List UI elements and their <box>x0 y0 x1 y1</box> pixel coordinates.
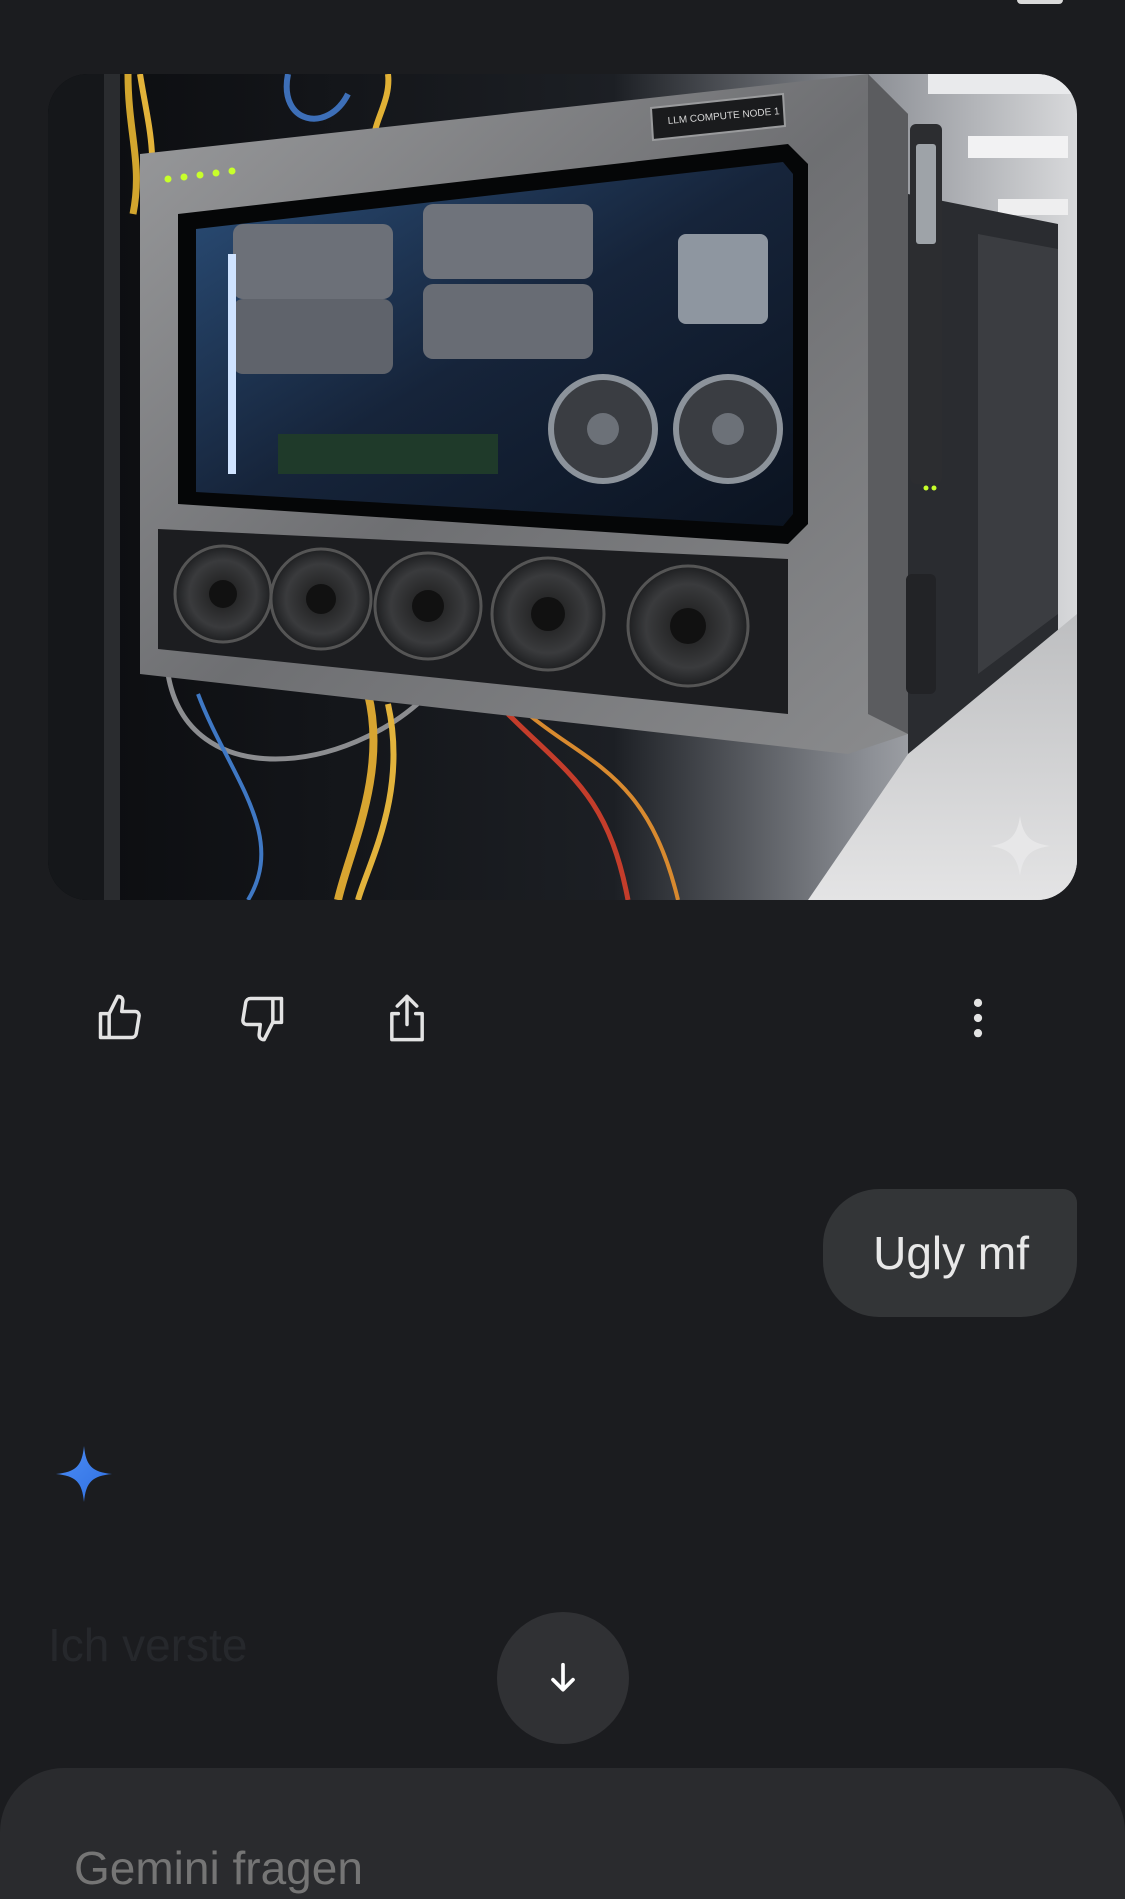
arrow-down-icon <box>551 1662 575 1692</box>
thumbs-down-button[interactable] <box>224 980 300 1056</box>
generated-image[interactable]: LLM COMPUTE NODE 1 <box>48 74 1077 900</box>
thumbs-down-icon <box>241 996 284 1042</box>
more-vert-icon <box>973 998 983 1038</box>
scroll-to-bottom-button[interactable] <box>497 1612 629 1744</box>
user-message-bubble: Ugly mf <box>823 1189 1077 1317</box>
share-button[interactable] <box>369 980 445 1056</box>
assistant-partial-response: Ich verste <box>48 1619 248 1671</box>
thumbs-up-icon <box>98 994 141 1040</box>
thumbs-up-button[interactable] <box>82 980 158 1056</box>
server-rack-illustration: LLM COMPUTE NODE 1 <box>48 74 1077 900</box>
gemini-spark-icon <box>56 1446 112 1502</box>
composer <box>0 1768 1125 1899</box>
prompt-input[interactable] <box>72 1840 976 1896</box>
share-icon <box>390 994 424 1042</box>
gemini-chat-screen: LLM COMPUTE NODE 1 Ugly mf Ich verste Ge… <box>0 0 1125 1899</box>
more-options-button[interactable] <box>940 980 1016 1056</box>
top-corner-button[interactable] <box>1017 0 1063 4</box>
response-action-bar <box>0 980 1125 1060</box>
user-message-text: Ugly mf <box>873 1227 1029 1279</box>
